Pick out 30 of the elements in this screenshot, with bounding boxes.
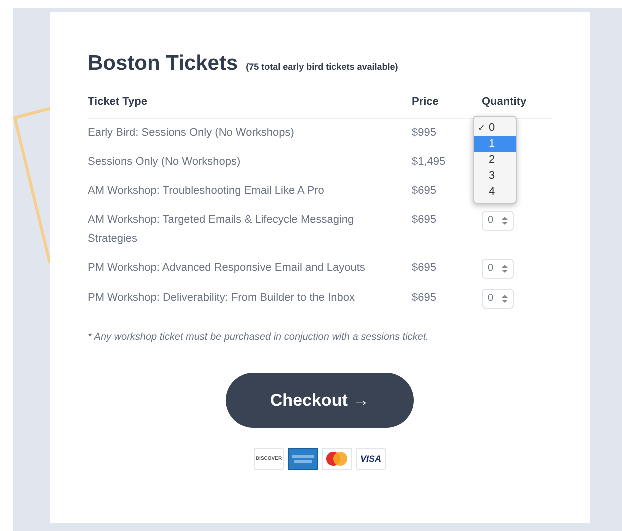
quantity-select[interactable]: 0 xyxy=(482,259,514,279)
mastercard-card-logo xyxy=(322,448,352,470)
subtitle: (75 total early bird tickets available) xyxy=(246,62,398,72)
ticket-type: Sessions Only (No Workshops) xyxy=(88,156,241,168)
dropdown-option[interactable]: ✓ 0 xyxy=(474,120,516,136)
ticket-type: PM Workshop: Advanced Responsive Email and Layouts xyxy=(88,262,366,274)
quantity-select[interactable]: 0 xyxy=(482,211,514,231)
column-header: Ticket Type xyxy=(88,96,412,119)
amex-card-logo xyxy=(288,448,318,470)
stepper-arrows-icon xyxy=(502,294,508,304)
dropdown-option[interactable]: 4 xyxy=(474,184,516,200)
ticket-price: $695 xyxy=(412,262,436,274)
quantity-select[interactable]: 0 xyxy=(482,289,514,309)
ticket-price: $695 xyxy=(412,214,436,226)
dropdown-option[interactable]: 3 xyxy=(474,168,516,184)
stepper-arrows-icon xyxy=(502,264,508,274)
dropdown-option[interactable]: 2 xyxy=(474,152,516,168)
footnote: * Any workshop ticket must be purchased in conjuction with a sessions ticket. xyxy=(88,332,430,343)
ticket-type: PM Workshop: Deliverability: From Builder to the Inbox xyxy=(88,292,355,304)
ticket-price: $695 xyxy=(412,292,436,304)
ticket-type: AM Workshop: Targeted Emails & Lifecycle Messaging Strategies xyxy=(88,214,354,245)
ticket-type: AM Workshop: Troubleshooting Email Like A Pro xyxy=(88,185,324,197)
visa-card-logo: VISA xyxy=(356,448,386,470)
ticket-price: $995 xyxy=(412,127,436,139)
ticket-price: $1,495 xyxy=(412,156,446,168)
stepper-arrows-icon xyxy=(502,216,508,226)
ticket-type: Early Bird: Sessions Only (No Workshops) xyxy=(88,127,294,139)
page-title: Boston Tickets xyxy=(88,52,238,76)
ticket-price: $695 xyxy=(412,185,436,197)
checkout-button[interactable]: Checkout → xyxy=(226,373,414,428)
